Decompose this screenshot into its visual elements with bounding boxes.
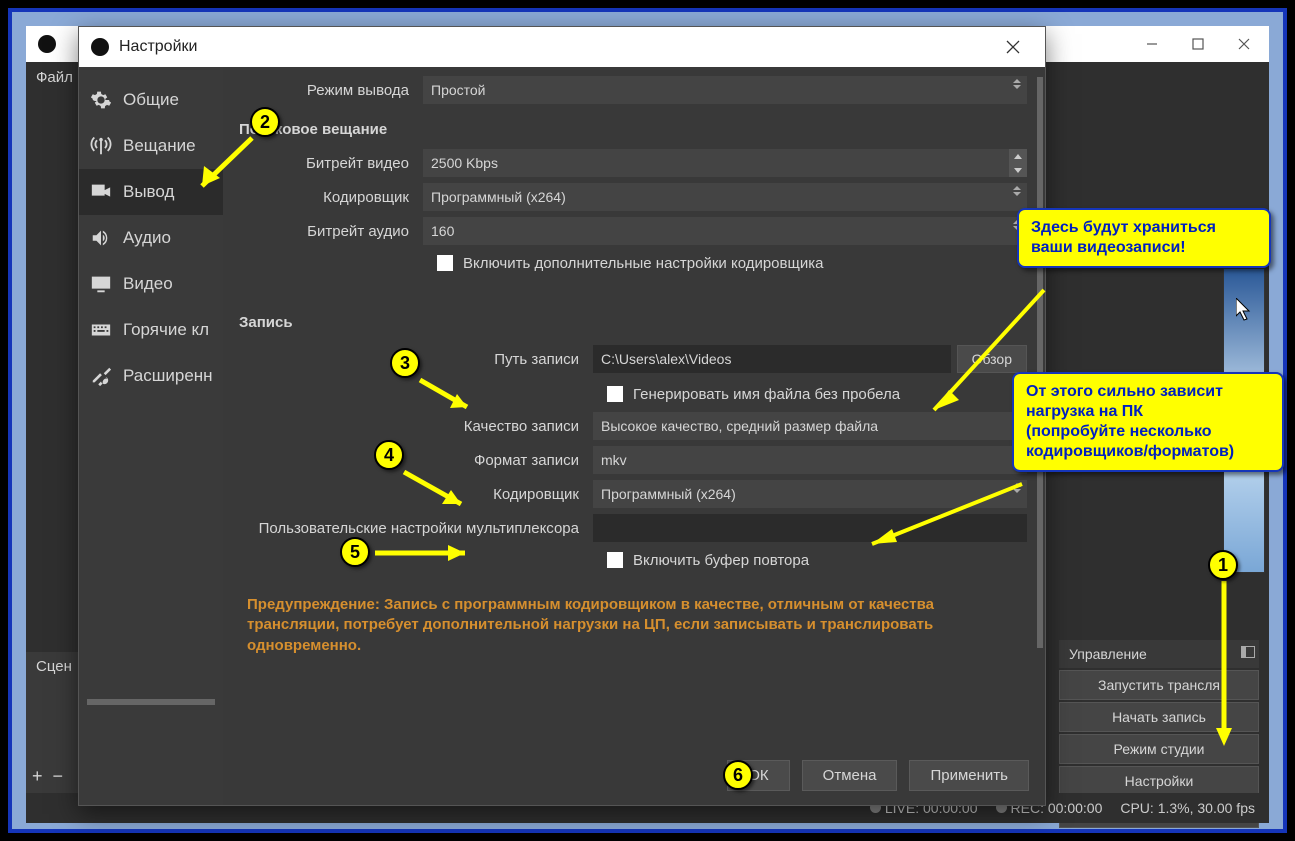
callout-encoder: От этого сильно зависит нагрузка на ПК (… [1012, 372, 1284, 472]
controls-header-label: Управление [1069, 646, 1147, 662]
muxer-label: Пользовательские настройки мультиплексор… [233, 520, 593, 537]
scenes-toolbar: + − [32, 766, 63, 787]
sidebar-label: Вывод [123, 182, 174, 202]
remove-scene-button[interactable]: − [53, 766, 64, 787]
cursor-icon [1236, 298, 1254, 322]
sidebar-label: Расширенн [123, 366, 213, 386]
rec-path-input[interactable]: C:\Users\alex\Videos [593, 345, 951, 373]
dialog-title: Настройки [119, 38, 197, 56]
monitor-icon [89, 272, 113, 296]
arrow-1 [1212, 576, 1242, 756]
sidebar-label: Видео [123, 274, 173, 294]
adv-encoder-checkbox[interactable] [437, 255, 453, 271]
settings-button[interactable]: Настройки [1059, 766, 1259, 796]
window-controls [1129, 26, 1267, 62]
tools-icon [89, 364, 113, 388]
sidebar-item-advanced[interactable]: Расширенн [79, 353, 223, 399]
sidebar-item-video[interactable]: Видео [79, 261, 223, 307]
replay-buffer-checkbox[interactable] [607, 552, 623, 568]
arrow-2 [190, 128, 260, 198]
antenna-icon [89, 134, 113, 158]
outer-frame: Файл Сцен + − Управление Запустить транс… [8, 8, 1287, 833]
menu-file[interactable]: Файл [36, 69, 73, 86]
nospace-checkbox[interactable] [607, 386, 623, 402]
adv-encoder-label: Включить дополнительные настройки кодиро… [463, 255, 823, 272]
recording-section-title: Запись [233, 300, 1027, 339]
badge-5: 5 [340, 537, 370, 567]
cancel-button[interactable]: Отмена [802, 760, 898, 791]
rec-format-select[interactable]: mkv [593, 446, 1027, 474]
dock-icon[interactable] [1241, 646, 1255, 658]
output-icon [89, 180, 113, 204]
sidebar-label: Общие [123, 90, 179, 110]
warning-text: Предупреждение: Запись с программным код… [233, 575, 1027, 656]
streaming-section-title: Потоковое вещание [233, 107, 1027, 146]
callout-storage: Здесь будут храниться ваши видеозаписи! [1017, 208, 1271, 268]
obs-logo-icon [91, 38, 109, 56]
dialog-buttons: ОК Отмена Применить [727, 760, 1029, 791]
cpu-status: CPU: 1.3%, 30.00 fps [1120, 800, 1255, 816]
video-bitrate-spinner[interactable]: 2500 Kbps [423, 149, 1027, 177]
close-button[interactable] [1221, 26, 1267, 62]
badge-2: 2 [250, 107, 280, 137]
output-mode-select[interactable]: Простой [423, 76, 1027, 104]
sidebar-item-hotkeys[interactable]: Горячие кл [79, 307, 223, 353]
sidebar-label: Вещание [123, 136, 196, 156]
badge-3: 3 [390, 348, 420, 378]
settings-content: Режим вывода Простой Потоковое вещание Б… [223, 67, 1045, 805]
sidebar-item-general[interactable]: Общие [79, 77, 223, 123]
sidebar-label: Горячие кл [123, 320, 209, 340]
audio-bitrate-select[interactable]: 160 [423, 217, 1027, 245]
arrow-3 [412, 372, 482, 417]
sidebar-item-audio[interactable]: Аудио [79, 215, 223, 261]
sidebar-label: Аудио [123, 228, 171, 248]
replay-buffer-label: Включить буфер повтора [633, 552, 809, 569]
badge-6: 6 [723, 760, 753, 790]
badge-1: 1 [1208, 550, 1238, 580]
audio-bitrate-label: Битрейт аудио [233, 223, 423, 240]
speaker-icon [89, 226, 113, 250]
video-bitrate-label: Битрейт видео [233, 155, 423, 172]
encoder-label: Кодировщик [233, 189, 423, 206]
badge-4: 4 [374, 440, 404, 470]
arrow-callout-bottom [852, 474, 1032, 554]
gear-icon [89, 88, 113, 112]
stream-encoder-select[interactable]: Программный (x264) [423, 183, 1027, 211]
dialog-close-button[interactable] [993, 27, 1033, 67]
apply-button[interactable]: Применить [909, 760, 1029, 791]
arrow-5 [370, 542, 480, 564]
keyboard-icon [89, 318, 113, 342]
add-scene-button[interactable]: + [32, 766, 43, 787]
sidebar-scrollbar[interactable] [87, 699, 215, 705]
rec-quality-label: Качество записи [233, 418, 593, 435]
nospace-label: Генерировать имя файла без пробела [633, 386, 900, 403]
dialog-titlebar: Настройки [79, 27, 1045, 67]
output-mode-label: Режим вывода [233, 82, 423, 99]
arrow-4 [396, 464, 476, 514]
obs-logo-icon [38, 35, 56, 53]
output-form: Режим вывода Простой Потоковое вещание Б… [233, 73, 1027, 749]
minimize-button[interactable] [1129, 26, 1175, 62]
maximize-button[interactable] [1175, 26, 1221, 62]
